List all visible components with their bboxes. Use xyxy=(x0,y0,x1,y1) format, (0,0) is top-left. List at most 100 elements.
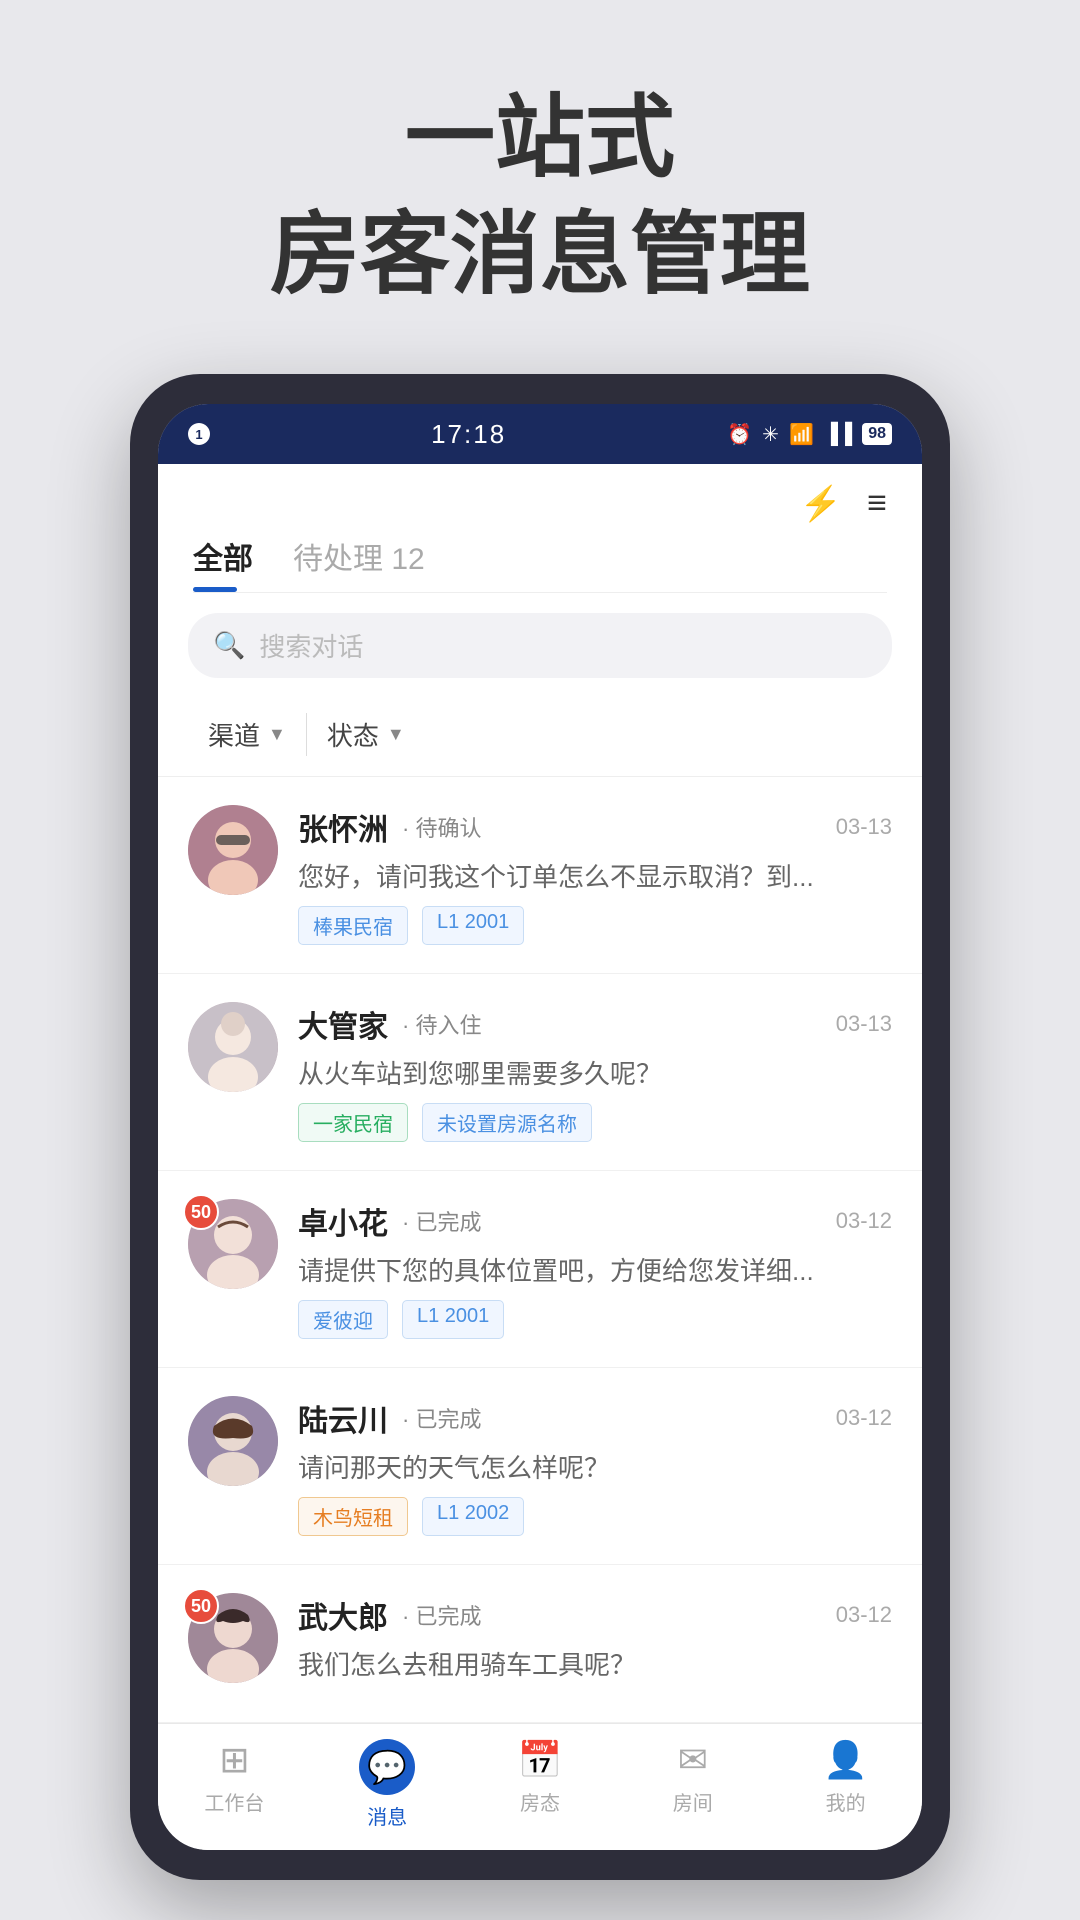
message-list: 张怀洲 · 待确认 03-13 您好，请问我这个订单怎么不显示取消？到... 棒… xyxy=(158,777,922,1723)
list-item[interactable]: 陆云川 · 已完成 03-12 请问那天的天气怎么样呢？ 木鸟短租 L1 200… xyxy=(158,1368,922,1565)
sender-name: 陆云川 xyxy=(298,1396,388,1440)
message-preview: 请问那天的天气怎么样呢？ xyxy=(298,1448,892,1485)
message-content: 陆云川 · 已完成 03-12 请问那天的天气怎么样呢？ 木鸟短租 L1 200… xyxy=(298,1396,892,1536)
sender-name: 武大郎 xyxy=(298,1593,388,1637)
avatar xyxy=(188,1002,278,1092)
avatar-wrap xyxy=(188,1396,278,1486)
message-preview: 请提供下您的具体位置吧，方便给您发详细... xyxy=(298,1251,892,1288)
sender-info: 陆云川 · 已完成 xyxy=(298,1396,481,1440)
tab-divider xyxy=(193,592,887,593)
status-filter[interactable]: 状态 ▼ xyxy=(307,708,425,761)
msg-date: 03-12 xyxy=(836,1602,892,1628)
avatar-wrap: 50 xyxy=(188,1593,278,1683)
sender-name: 大管家 xyxy=(298,1002,388,1046)
status-left: 1 xyxy=(188,423,210,445)
nav-item-room[interactable]: ✉ 房间 xyxy=(616,1739,769,1830)
messages-bubble: 💬 xyxy=(359,1739,415,1795)
message-tags: 爱彼迎 L1 2001 xyxy=(298,1300,892,1339)
msg-date: 03-13 xyxy=(836,1011,892,1037)
status-tag: · 待入住 xyxy=(402,1008,481,1040)
nav-item-messages[interactable]: 💬 消息 xyxy=(311,1739,464,1830)
status-bar: 1 17:18 ⏰ ✳ 📶 ▐▐ 98 xyxy=(158,404,922,464)
workspace-label: 工作台 xyxy=(204,1787,264,1816)
nav-item-profile[interactable]: 👤 我的 xyxy=(769,1739,922,1830)
message-header: 张怀洲 · 待确认 03-13 xyxy=(298,805,892,849)
tag-room: 未设置房源名称 xyxy=(422,1103,592,1142)
sender-info: 武大郎 · 已完成 xyxy=(298,1593,481,1637)
status-tag: · 已完成 xyxy=(402,1599,481,1631)
wifi-icon: 📶 xyxy=(789,422,814,447)
menu-icon[interactable]: ≡ xyxy=(867,484,887,524)
workspace-icon: ⊞ xyxy=(219,1739,249,1781)
tag-room: L1 2001 xyxy=(402,1300,504,1339)
tabs-container: 全部 待处理 12 xyxy=(193,534,887,592)
tab-pending[interactable]: 待处理 12 xyxy=(293,534,425,592)
status-tag: · 已完成 xyxy=(402,1402,481,1434)
list-item[interactable]: 50 武大郎 · 已完成 xyxy=(158,1565,922,1723)
sender-name: 张怀洲 xyxy=(298,805,388,849)
msg-date: 03-12 xyxy=(836,1208,892,1234)
list-item[interactable]: 50 卓小花 · 已完成 xyxy=(158,1171,922,1368)
phone-screen: 1 17:18 ⏰ ✳ 📶 ▐▐ 98 ⚡ ≡ 全部 待处理 1 xyxy=(158,404,922,1850)
messages-icon: 💬 xyxy=(367,1748,407,1786)
battery-badge: 98 xyxy=(862,423,892,445)
avatar-wrap xyxy=(188,1002,278,1092)
avatar-image xyxy=(188,1396,278,1486)
search-icon: 🔍 xyxy=(213,630,245,661)
sender-name: 卓小花 xyxy=(298,1199,388,1243)
channel-filter-arrow: ▼ xyxy=(268,724,286,745)
roomstatus-label: 房态 xyxy=(520,1787,560,1816)
list-item[interactable]: 大管家 · 待入住 03-13 从火车站到您哪里需要多久呢？ 一家民宿 未设置房… xyxy=(158,974,922,1171)
status-tag: · 已完成 xyxy=(402,1205,481,1237)
msg-date: 03-12 xyxy=(836,1405,892,1431)
search-area: 🔍 搜索对话 xyxy=(158,593,922,693)
message-header: 陆云川 · 已完成 03-12 xyxy=(298,1396,892,1440)
tab-all[interactable]: 全部 xyxy=(193,534,253,592)
avatar xyxy=(188,805,278,895)
message-header: 武大郎 · 已完成 03-12 xyxy=(298,1593,892,1637)
message-tags: 一家民宿 未设置房源名称 xyxy=(298,1103,892,1142)
profile-label: 我的 xyxy=(826,1787,866,1816)
status-dot: 1 xyxy=(188,423,210,445)
room-icon: ✉ xyxy=(678,1739,708,1781)
bluetooth-icon: ✳ xyxy=(762,422,779,447)
search-placeholder: 搜索对话 xyxy=(259,627,363,664)
room-label: 房间 xyxy=(673,1787,713,1816)
roomstatus-icon: 📅 xyxy=(518,1739,563,1781)
flash-icon[interactable]: ⚡ xyxy=(800,484,842,524)
tag-room: L1 2001 xyxy=(422,906,524,945)
avatar xyxy=(188,1396,278,1486)
nav-item-workspace[interactable]: ⊞ 工作台 xyxy=(158,1739,311,1830)
msg-date: 03-13 xyxy=(836,814,892,840)
tag-room: L1 2002 xyxy=(422,1497,524,1536)
status-tag: · 待确认 xyxy=(402,811,481,843)
sender-info: 张怀洲 · 待确认 xyxy=(298,805,481,849)
message-tags: 木鸟短租 L1 2002 xyxy=(298,1497,892,1536)
message-header: 卓小花 · 已完成 03-12 xyxy=(298,1199,892,1243)
status-right: ⏰ ✳ 📶 ▐▐ 98 xyxy=(727,422,892,447)
message-content: 卓小花 · 已完成 03-12 请提供下您的具体位置吧，方便给您发详细... 爱… xyxy=(298,1199,892,1339)
app-header: ⚡ ≡ 全部 待处理 12 xyxy=(158,464,922,593)
nav-item-roomstatus[interactable]: 📅 房态 xyxy=(464,1739,617,1830)
search-bar[interactable]: 🔍 搜索对话 xyxy=(188,613,892,678)
profile-icon: 👤 xyxy=(823,1739,868,1781)
status-filter-arrow: ▼ xyxy=(387,724,405,745)
message-preview: 您好，请问我这个订单怎么不显示取消？到... xyxy=(298,857,892,894)
message-content: 张怀洲 · 待确认 03-13 您好，请问我这个订单怎么不显示取消？到... 棒… xyxy=(298,805,892,945)
tag-platform: 木鸟短租 xyxy=(298,1497,408,1536)
message-header: 大管家 · 待入住 03-13 xyxy=(298,1002,892,1046)
channel-filter[interactable]: 渠道 ▼ xyxy=(188,708,306,761)
list-item[interactable]: 张怀洲 · 待确认 03-13 您好，请问我这个订单怎么不显示取消？到... 棒… xyxy=(158,777,922,974)
hero-title: 一站式 房客消息管理 xyxy=(60,80,1020,314)
status-time: 17:18 xyxy=(431,419,506,450)
bottom-nav: ⊞ 工作台 💬 消息 📅 房态 ✉ 房间 👤 我的 xyxy=(158,1723,922,1850)
avatar-wrap: 50 xyxy=(188,1199,278,1289)
signal-icon: ▐▐ xyxy=(824,423,852,446)
hero-section: 一站式 房客消息管理 xyxy=(0,0,1080,374)
message-content: 大管家 · 待入住 03-13 从火车站到您哪里需要多久呢？ 一家民宿 未设置房… xyxy=(298,1002,892,1142)
filters-bar: 渠道 ▼ 状态 ▼ xyxy=(158,693,922,777)
message-preview: 我们怎么去租用骑车工具呢？ xyxy=(298,1645,892,1682)
sender-info: 大管家 · 待入住 xyxy=(298,1002,481,1046)
tag-platform: 爱彼迎 xyxy=(298,1300,388,1339)
message-tags: 棒果民宿 L1 2001 xyxy=(298,906,892,945)
